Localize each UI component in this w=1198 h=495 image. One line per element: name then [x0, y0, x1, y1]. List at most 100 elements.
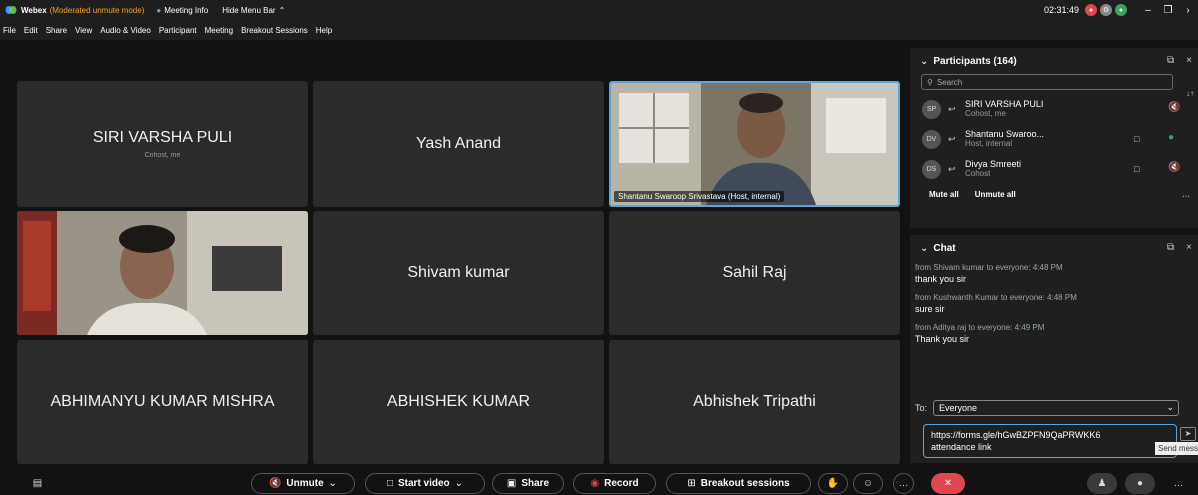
network-icon[interactable]: ●: [1115, 4, 1127, 16]
tile-name: ABHIMANYU KUMAR MISHRA: [50, 393, 275, 410]
headset-icon: ↩: [948, 103, 956, 114]
menu-file[interactable]: File: [3, 26, 16, 35]
participant-row[interactable]: DS ↩ Divya Smreeti Cohost □ 🔇: [910, 154, 1198, 184]
leave-meeting-icon[interactable]: ✕: [931, 473, 965, 494]
chevron-down-icon[interactable]: ⌄: [920, 243, 928, 254]
avatar: DV: [922, 129, 941, 149]
close-window-icon[interactable]: ›: [1178, 5, 1198, 16]
chat-message: from Shivam kumar to everyone: 4:48 PM t…: [915, 263, 1198, 284]
reactions-icon[interactable]: ☺: [853, 473, 883, 494]
popout-icon[interactable]: ⧉: [1167, 242, 1174, 253]
menu-share[interactable]: Share: [46, 26, 67, 35]
chat-toggle-icon[interactable]: ●: [1125, 473, 1155, 494]
avatar: DS: [922, 159, 941, 179]
chat-message-meta: from Aditya raj to everyone: 4:49 PM: [915, 323, 1045, 332]
tile-yash-anand[interactable]: Yash Anand: [313, 81, 604, 207]
breakout-sessions-button[interactable]: ⊞ Breakout sessions: [666, 473, 811, 494]
webex-logo-icon: [5, 4, 17, 16]
send-icon[interactable]: ➤: [1180, 427, 1196, 441]
popout-icon[interactable]: ⧉: [1167, 55, 1174, 66]
mic-muted-icon[interactable]: 🔇: [1168, 102, 1180, 113]
chevron-down-icon[interactable]: ⌄: [920, 56, 928, 67]
tile-name: Shivam kumar: [407, 264, 510, 281]
more-icon[interactable]: …: [1182, 190, 1190, 199]
participant-row[interactable]: SP ↩ SIRI VARSHA PULI Cohost, me 🔇: [910, 94, 1198, 124]
recipient-value: Everyone: [939, 403, 978, 413]
chat-message-list[interactable]: from Shivam kumar to everyone: 4:48 PM t…: [910, 261, 1198, 344]
chat-message-text: thank you sir: [915, 274, 967, 284]
record-indicator-icon[interactable]: ●: [1085, 4, 1097, 16]
participant-video-feed: [17, 211, 308, 335]
participants-search[interactable]: ⚲ Search: [921, 74, 1173, 90]
share-button[interactable]: ▣ Share: [492, 473, 564, 494]
moderated-mode-label: (Moderated unmute mode): [49, 5, 145, 15]
chat-panel: ⌄ Chat ⧉ × from Shivam kumar to everyone…: [910, 235, 1198, 463]
recipient-select[interactable]: Everyone ⌄: [933, 400, 1180, 416]
close-icon[interactable]: ×: [1186, 242, 1192, 253]
chat-message: from Kushwanth Kumar to everyone: 4:48 P…: [915, 293, 1198, 314]
more-panels-icon[interactable]: …: [1168, 473, 1189, 494]
menu-meeting[interactable]: Meeting: [205, 26, 233, 35]
search-placeholder: Search: [936, 77, 963, 87]
send-message-tooltip: Send message: [1155, 442, 1198, 455]
tile-abhishek-tripathi[interactable]: Abhishek Tripathi: [609, 340, 900, 464]
title-bar-right: 02:31:49 ● ⚙ ● – ❐ ›: [1044, 0, 1198, 20]
tile-shantanu-video[interactable]: Shantanu Swaroop Srivastava (Host, inter…: [609, 81, 900, 207]
mic-muted-icon[interactable]: 🔇: [1168, 162, 1180, 173]
chat-recipient-row: To: Everyone ⌄: [915, 400, 1180, 416]
tile-name: ABHISHEK KUMAR: [386, 393, 531, 410]
chat-compose-input[interactable]: https://forms.gle/hGwBZPFN9QaPRWKK6 atte…: [923, 424, 1177, 458]
start-video-button[interactable]: □ Start video ⌄: [365, 473, 485, 494]
minimize-icon[interactable]: –: [1138, 5, 1158, 16]
tile-siri-varsha-puli[interactable]: SIRI VARSHA PULI Cohost, me: [17, 81, 308, 207]
mic-active-icon[interactable]: ●: [1168, 132, 1174, 143]
shield-icon: ●: [156, 5, 162, 15]
chat-header-icons: ⧉ ×: [1167, 242, 1192, 253]
chat-message-text: Thank you sir: [915, 334, 970, 344]
tile-shivam-kumar[interactable]: Shivam kumar: [313, 211, 604, 335]
tile-abhimanyu-kumar-mishra[interactable]: ABHIMANYU KUMAR MISHRA: [17, 340, 308, 464]
restore-icon[interactable]: ❐: [1158, 5, 1178, 16]
unmute-label: Unmute: [286, 478, 324, 489]
tile-sahil-raj[interactable]: Sahil Raj: [609, 211, 900, 335]
unmute-button[interactable]: 🔇 Unmute ⌄: [251, 473, 355, 494]
headset-icon: ↩: [948, 133, 956, 144]
chevron-down-icon: ⌄: [328, 478, 338, 489]
menu-bar: File Edit Share View Audio & Video Parti…: [0, 20, 1198, 40]
participants-title: Participants (164): [933, 55, 1017, 67]
chat-title: Chat: [933, 242, 956, 254]
meeting-info-button[interactable]: ● Meeting Info: [156, 6, 208, 15]
camera-icon: □: [1134, 164, 1140, 174]
hide-menu-bar-button[interactable]: Hide Menu Bar ⌃: [222, 6, 285, 15]
record-icon: ◉: [590, 478, 600, 489]
share-icon: ▣: [506, 478, 517, 489]
more-options-icon[interactable]: …: [893, 473, 914, 494]
participants-list: SP ↩ SIRI VARSHA PULI Cohost, me 🔇 DV ↩ …: [910, 94, 1198, 184]
settings-icon[interactable]: ⚙: [1100, 4, 1112, 16]
raise-hand-icon[interactable]: ✋: [818, 473, 848, 494]
chevron-down-icon: ⌄: [1166, 402, 1175, 412]
participant-row[interactable]: DV ↩ Shantanu Swaroo... Host, internal □…: [910, 124, 1198, 154]
menu-view[interactable]: View: [75, 26, 92, 35]
unmute-all-button[interactable]: Unmute all: [975, 190, 1016, 199]
to-label: To:: [915, 403, 928, 413]
app-name: Webex: [21, 5, 47, 15]
participants-header-icons: ⧉ ×: [1167, 55, 1192, 66]
record-button[interactable]: ◉ Record: [573, 473, 656, 494]
video-off-icon: □: [386, 478, 393, 489]
breakout-icon: ⊞: [687, 478, 696, 489]
close-icon[interactable]: ×: [1186, 55, 1192, 66]
participant-role: Host, internal: [965, 138, 1013, 148]
hide-menu-bar-label: Hide Menu Bar: [222, 5, 276, 15]
tile-name: Yash Anand: [415, 135, 502, 152]
menu-audio-video[interactable]: Audio & Video: [100, 26, 151, 35]
mute-all-button[interactable]: Mute all: [929, 190, 959, 199]
menu-edit[interactable]: Edit: [24, 26, 38, 35]
tile-abhishek-kumar[interactable]: ABHISHEK KUMAR: [313, 340, 604, 464]
menu-participant[interactable]: Participant: [159, 26, 197, 35]
captions-icon[interactable]: ▤: [27, 473, 48, 494]
menu-breakout-sessions[interactable]: Breakout Sessions: [241, 26, 308, 35]
tile-participant-video[interactable]: [17, 211, 308, 335]
menu-help[interactable]: Help: [316, 26, 332, 35]
participants-toggle-icon[interactable]: ♟: [1087, 473, 1117, 494]
